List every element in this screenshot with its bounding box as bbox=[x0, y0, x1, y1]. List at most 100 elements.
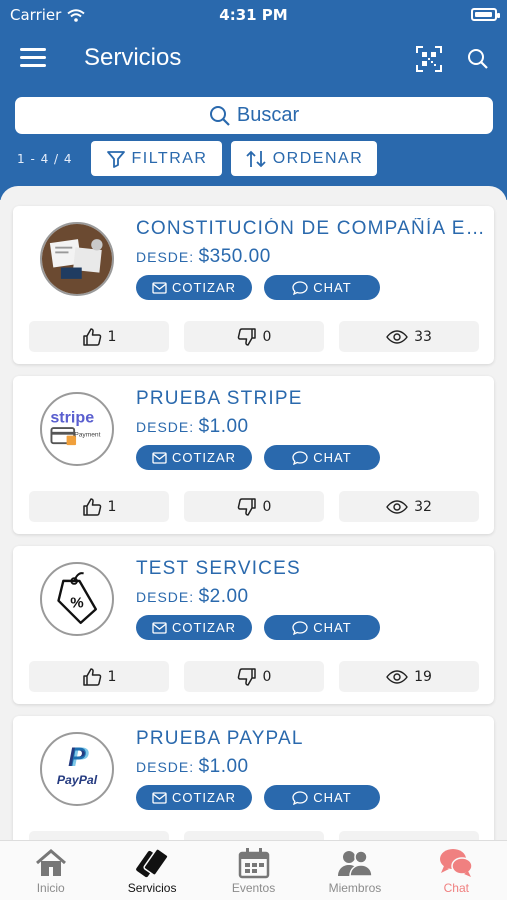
thumbs-down-icon bbox=[237, 667, 256, 686]
tab-label: Miembros bbox=[328, 881, 382, 895]
views-stat: 33 bbox=[339, 321, 479, 352]
like-count: 1 bbox=[107, 498, 117, 515]
quote-button[interactable]: COTIZAR bbox=[136, 785, 252, 810]
search-input[interactable]: Buscar bbox=[15, 97, 493, 134]
chat-icon bbox=[292, 280, 308, 295]
svg-text:P: P bbox=[71, 742, 89, 772]
mail-icon bbox=[152, 281, 167, 294]
service-card[interactable]: P P PayPal PRUEBA PAYPAL DESDE: $1.00 CO… bbox=[13, 716, 494, 840]
status-bar: Carrier 4:31 PM bbox=[0, 0, 507, 30]
quote-button[interactable]: COTIZAR bbox=[136, 275, 252, 300]
filter-button[interactable]: FILTRAR bbox=[91, 141, 222, 176]
search-icon[interactable] bbox=[467, 48, 489, 70]
status-time: 4:31 PM bbox=[219, 6, 288, 24]
discount-tag-icon: % bbox=[40, 562, 114, 636]
service-card[interactable]: stripe Payment PRUEBA STRIPE DESDE: $1.0… bbox=[13, 376, 494, 534]
service-title[interactable]: TEST SERVICES bbox=[136, 558, 486, 580]
paypal-logo: P P PayPal bbox=[40, 732, 114, 806]
chat-button[interactable]: CHAT bbox=[264, 785, 380, 810]
calendar-icon bbox=[238, 848, 269, 879]
chat-label: CHAT bbox=[313, 280, 352, 295]
sort-button[interactable]: ORDENAR bbox=[231, 141, 377, 176]
tab-label: Eventos bbox=[231, 881, 276, 895]
eye-icon bbox=[386, 329, 408, 344]
documents-desk-photo bbox=[40, 222, 114, 296]
service-title[interactable]: PRUEBA PAYPAL bbox=[136, 728, 486, 750]
tab-chat[interactable]: Chat bbox=[406, 841, 507, 900]
tab-eventos[interactable]: Eventos bbox=[203, 841, 304, 900]
quote-button[interactable]: COTIZAR bbox=[136, 445, 252, 470]
chat-icon bbox=[292, 790, 308, 805]
dislike-count: 0 bbox=[262, 668, 272, 685]
search-placeholder: Buscar bbox=[236, 104, 300, 126]
quote-button[interactable]: COTIZAR bbox=[136, 615, 252, 640]
chat-label: CHAT bbox=[313, 790, 352, 805]
tab-inicio[interactable]: Inicio bbox=[0, 841, 101, 900]
chat-button[interactable]: CHAT bbox=[264, 275, 380, 300]
service-title[interactable]: CONSTITUCIÓN DE COMPAÑÍA E… bbox=[136, 218, 486, 240]
chat-label: CHAT bbox=[313, 450, 352, 465]
dislike-button[interactable]: 0 bbox=[184, 491, 324, 522]
price-label: DESDE: bbox=[136, 759, 195, 775]
search-icon bbox=[209, 105, 230, 126]
eye-icon bbox=[386, 669, 408, 684]
quote-label: COTIZAR bbox=[171, 450, 237, 465]
tickets-icon bbox=[136, 848, 169, 878]
mail-icon bbox=[152, 451, 167, 464]
app-header: Servicios bbox=[0, 38, 507, 82]
price-label: DESDE: bbox=[136, 419, 195, 435]
chat-icon bbox=[292, 620, 308, 635]
dislike-button[interactable] bbox=[184, 831, 324, 840]
service-price: DESDE: $350.00 bbox=[136, 246, 271, 268]
like-button[interactable]: 1 bbox=[29, 321, 169, 352]
thumbs-up-icon bbox=[82, 327, 101, 346]
filter-icon bbox=[106, 150, 125, 168]
service-card[interactable]: CONSTITUCIÓN DE COMPAÑÍA E… DESDE: $350.… bbox=[13, 206, 494, 364]
dislike-button[interactable]: 0 bbox=[184, 321, 324, 352]
like-button[interactable]: 1 bbox=[29, 661, 169, 692]
views-stat: 19 bbox=[339, 661, 479, 692]
price-value: $350.00 bbox=[198, 246, 271, 267]
like-button[interactable] bbox=[29, 831, 169, 840]
like-count: 1 bbox=[107, 668, 117, 685]
members-icon bbox=[337, 850, 373, 877]
tab-label: Inicio bbox=[36, 881, 65, 895]
price-label: DESDE: bbox=[136, 249, 195, 265]
stripe-payment-logo: stripe Payment bbox=[40, 392, 114, 466]
eye-icon bbox=[386, 499, 408, 514]
service-price: DESDE: $2.00 bbox=[136, 586, 249, 608]
hamburger-icon[interactable] bbox=[20, 48, 46, 70]
service-title[interactable]: PRUEBA STRIPE bbox=[136, 388, 486, 410]
chat-button[interactable]: CHAT bbox=[264, 615, 380, 640]
quote-label: COTIZAR bbox=[171, 620, 237, 635]
qr-code-icon[interactable] bbox=[416, 46, 442, 72]
like-button[interactable]: 1 bbox=[29, 491, 169, 522]
dislike-count: 0 bbox=[262, 328, 272, 345]
price-label: DESDE: bbox=[136, 589, 195, 605]
battery-icon bbox=[471, 8, 500, 21]
service-card[interactable]: % TEST SERVICES DESDE: $2.00 COTIZAR CHA… bbox=[13, 546, 494, 704]
stripe-payment-text: Payment bbox=[74, 432, 100, 439]
tab-miembros[interactable]: Miembros bbox=[304, 841, 405, 900]
dislike-count: 0 bbox=[262, 498, 272, 515]
sort-icon bbox=[246, 150, 266, 167]
chat-bubbles-icon bbox=[440, 849, 474, 877]
chat-button[interactable]: CHAT bbox=[264, 445, 380, 470]
svg-text:%: % bbox=[70, 595, 84, 612]
price-value: $1.00 bbox=[198, 756, 249, 777]
views-count: 32 bbox=[414, 498, 432, 515]
dislike-button[interactable]: 0 bbox=[184, 661, 324, 692]
paypal-logo-text: PayPal bbox=[57, 773, 98, 787]
services-list: CONSTITUCIÓN DE COMPAÑÍA E… DESDE: $350.… bbox=[0, 186, 507, 840]
tab-servicios[interactable]: Servicios bbox=[101, 841, 202, 900]
quote-label: COTIZAR bbox=[171, 280, 237, 295]
service-price: DESDE: $1.00 bbox=[136, 756, 249, 778]
chat-label: CHAT bbox=[313, 620, 352, 635]
like-count: 1 bbox=[107, 328, 117, 345]
price-value: $2.00 bbox=[198, 586, 249, 607]
thumbs-up-icon bbox=[82, 667, 101, 686]
price-value: $1.00 bbox=[198, 416, 249, 437]
stripe-logo-text: stripe bbox=[50, 408, 94, 426]
thumbs-down-icon bbox=[237, 497, 256, 516]
page-title: Servicios bbox=[84, 44, 182, 71]
